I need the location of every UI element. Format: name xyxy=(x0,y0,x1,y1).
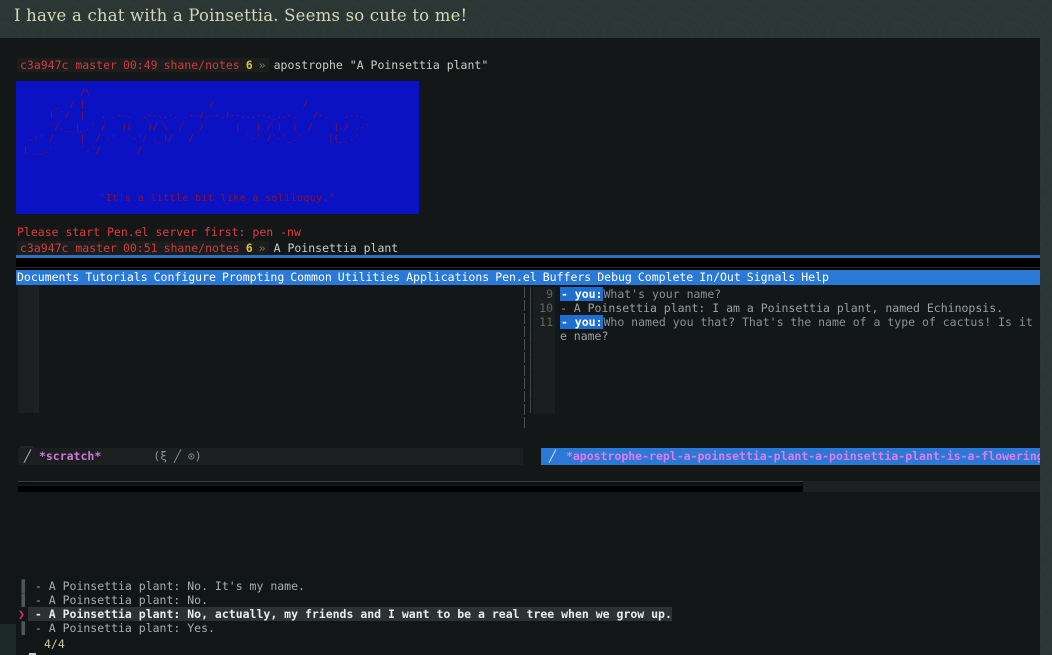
completion-item[interactable]: ▐ - A Poinsettia plant: Yes. xyxy=(18,621,1040,635)
left-fringe xyxy=(18,285,34,413)
menu-bar[interactable]: Documents Tutorials Configure Prompting Comm… xyxy=(16,270,1040,285)
menu-item-tutorials[interactable]: Tutorials xyxy=(85,270,147,284)
gutter-bar: │ xyxy=(527,371,534,385)
mode-line-extra-left: (ξ ╱ ⊙) xyxy=(153,449,202,463)
item-bar-icon: ▐ xyxy=(18,593,25,607)
menu-item-pen-el[interactable]: Pen.el xyxy=(495,270,537,284)
separator-band-1 xyxy=(18,481,803,484)
gutter-bar: │ xyxy=(527,343,534,357)
mode-line-buffer-name-right: *apostrophe-repl-a-poinsettia-plant-a-po… xyxy=(565,449,1040,463)
completion-item-label: - A Poinsettia plant: No, actually, my f… xyxy=(28,607,672,621)
chat-line: e name? xyxy=(527,329,1040,343)
pencil-icon: ╱ xyxy=(24,449,31,463)
menu-item-documents[interactable]: Documents xyxy=(17,270,79,284)
chat-message-text: Who named you that? That's the name of a… xyxy=(603,315,1040,329)
gutter-bar: │ xyxy=(527,399,534,413)
left-fringe-inner xyxy=(34,285,39,413)
gutter-bar: │ xyxy=(527,385,534,399)
chat-speaker-label: - you: xyxy=(559,315,604,329)
chat-transcript[interactable]: 9 - you:What's your name? 10 - A Poinsett… xyxy=(527,287,1040,343)
page-title: I have a chat with a Poinsettia. Seems s… xyxy=(14,6,468,25)
menu-item-complete[interactable]: Complete xyxy=(638,270,693,284)
mode-line-right[interactable]: ╱ *apostrophe-repl-a-poinsettia-plant-a-p… xyxy=(541,448,1040,465)
chat-line: 10 - A Poinsettia plant: I am a Poinsett… xyxy=(527,301,1040,315)
completion-item[interactable]: ▐ - A Poinsettia plant: No. xyxy=(18,593,1040,607)
completion-item-label: - A Poinsettia plant: No. It's my name. xyxy=(28,579,305,593)
pencil-icon-active: ╱ xyxy=(549,449,556,463)
status-bar-left-edge xyxy=(0,624,16,655)
terminal-window: c3a947c master 00:49 shane/notes 6» apostrop… xyxy=(0,38,1040,655)
mode-line-buffer-name-left: *scratch* xyxy=(38,449,102,463)
menu-item-help[interactable]: Help xyxy=(801,270,829,284)
window-scratch[interactable] xyxy=(0,285,523,446)
gutter-bar: │ xyxy=(527,357,534,371)
menu-item-in-out[interactable]: In/Out xyxy=(699,270,741,284)
mode-line-left[interactable]: ╱ *scratch* (ξ ╱ ⊙) xyxy=(18,448,523,465)
menu-item-common[interactable]: Common xyxy=(290,270,332,284)
chat-speaker-label: - you: xyxy=(559,287,604,301)
menu-item-debug[interactable]: Debug xyxy=(597,270,632,284)
line-number: 10 xyxy=(539,301,553,315)
frame-gap-a xyxy=(16,258,1040,267)
chat-line: 9 - you:What's your name? xyxy=(527,287,1040,301)
menu-item-signals[interactable]: Signals xyxy=(747,270,795,284)
item-bar-icon: ▐ xyxy=(18,579,25,593)
minibuffer-region: ▐ - A Poinsettia plant: No. It's my name… xyxy=(0,492,1040,655)
selection-marker-icon: ❯ xyxy=(18,607,25,621)
menu-item-configure[interactable]: Configure xyxy=(154,270,216,284)
completion-item[interactable]: ❯ - A Poinsettia plant: No, actually, my… xyxy=(18,607,1040,621)
menu-item-applications[interactable]: Applications xyxy=(406,270,489,284)
chat-message-text: - A Poinsettia plant: I am a Poinsettia … xyxy=(559,301,1004,315)
completion-item-label: - A Poinsettia plant: Yes. xyxy=(28,621,215,635)
chat-message-text: What's your name? xyxy=(603,287,722,301)
separator-band-3 xyxy=(803,481,1040,492)
menu-item-prompting[interactable]: Prompting xyxy=(222,270,284,284)
chat-line: 11 - you:Who named you that? That's the … xyxy=(527,315,1040,329)
completion-item[interactable]: ▐ - A Poinsettia plant: No. It's my name… xyxy=(18,579,1040,593)
completion-item-label: - A Poinsettia plant: No. xyxy=(28,593,209,607)
menu-item-utilities[interactable]: Utilities xyxy=(338,270,400,284)
chat-message-text: e name? xyxy=(559,329,609,343)
completion-count: 4/4 xyxy=(44,637,65,651)
menu-item-buffers[interactable]: Buffers xyxy=(543,270,591,284)
line-number: 11 xyxy=(539,315,553,329)
emacs-frame: Documents Tutorials Configure Prompting Comm… xyxy=(0,38,1040,655)
item-bar-icon: ▐ xyxy=(18,621,25,635)
line-number: 9 xyxy=(546,287,553,301)
